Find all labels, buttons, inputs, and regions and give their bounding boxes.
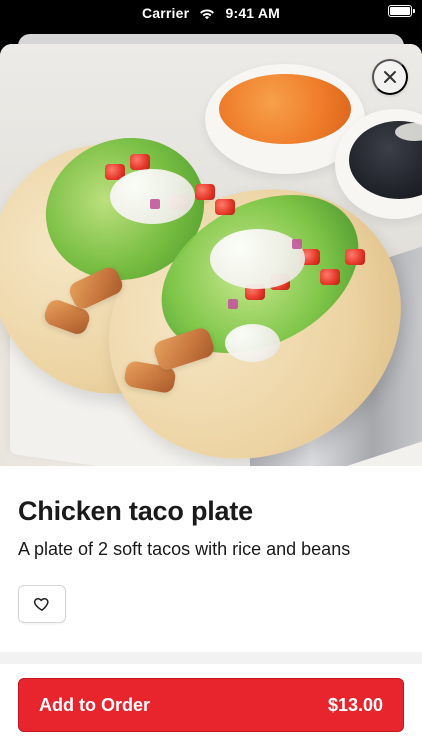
status-bar: Carrier 9:41 AM xyxy=(0,0,422,26)
item-detail-sheet: Chicken taco plate A plate of 2 soft tac… xyxy=(0,44,422,750)
item-description: A plate of 2 soft tacos with rice and be… xyxy=(18,539,351,559)
wifi-icon xyxy=(199,7,215,20)
favorite-button[interactable] xyxy=(18,585,66,623)
photo-tomato xyxy=(195,184,215,200)
photo-cheese xyxy=(225,324,280,362)
time-label: 9:41 AM xyxy=(225,5,281,22)
item-photo xyxy=(0,44,422,466)
photo-tomato xyxy=(130,154,150,170)
add-to-order-button[interactable]: Add to Order $13.00 xyxy=(18,678,404,732)
order-footer: Add to Order $13.00 xyxy=(0,664,422,750)
photo-onion xyxy=(292,239,302,249)
photo-tomato xyxy=(215,199,235,215)
photo-tomato xyxy=(345,249,365,265)
heart-icon xyxy=(33,598,49,611)
item-title: Chicken taco plate xyxy=(18,496,253,526)
item-details: Chicken taco plate A plate of 2 soft tac… xyxy=(0,466,422,652)
section-divider xyxy=(0,652,422,664)
carrier-label: Carrier xyxy=(141,5,190,22)
status-center: Carrier 9:41 AM xyxy=(0,4,422,21)
close-icon xyxy=(384,71,396,83)
photo-tomato xyxy=(320,269,340,285)
price-label: $13.00 xyxy=(327,694,383,715)
battery-level xyxy=(390,7,410,15)
close-button[interactable] xyxy=(372,59,408,95)
photo-rice xyxy=(219,74,351,144)
photo-cheese xyxy=(210,229,305,289)
add-to-order-label: Add to Order xyxy=(39,694,150,715)
battery-icon xyxy=(388,5,415,17)
photo-cheese xyxy=(110,169,195,224)
photo-onion xyxy=(150,199,160,209)
photo-onion xyxy=(228,299,238,309)
